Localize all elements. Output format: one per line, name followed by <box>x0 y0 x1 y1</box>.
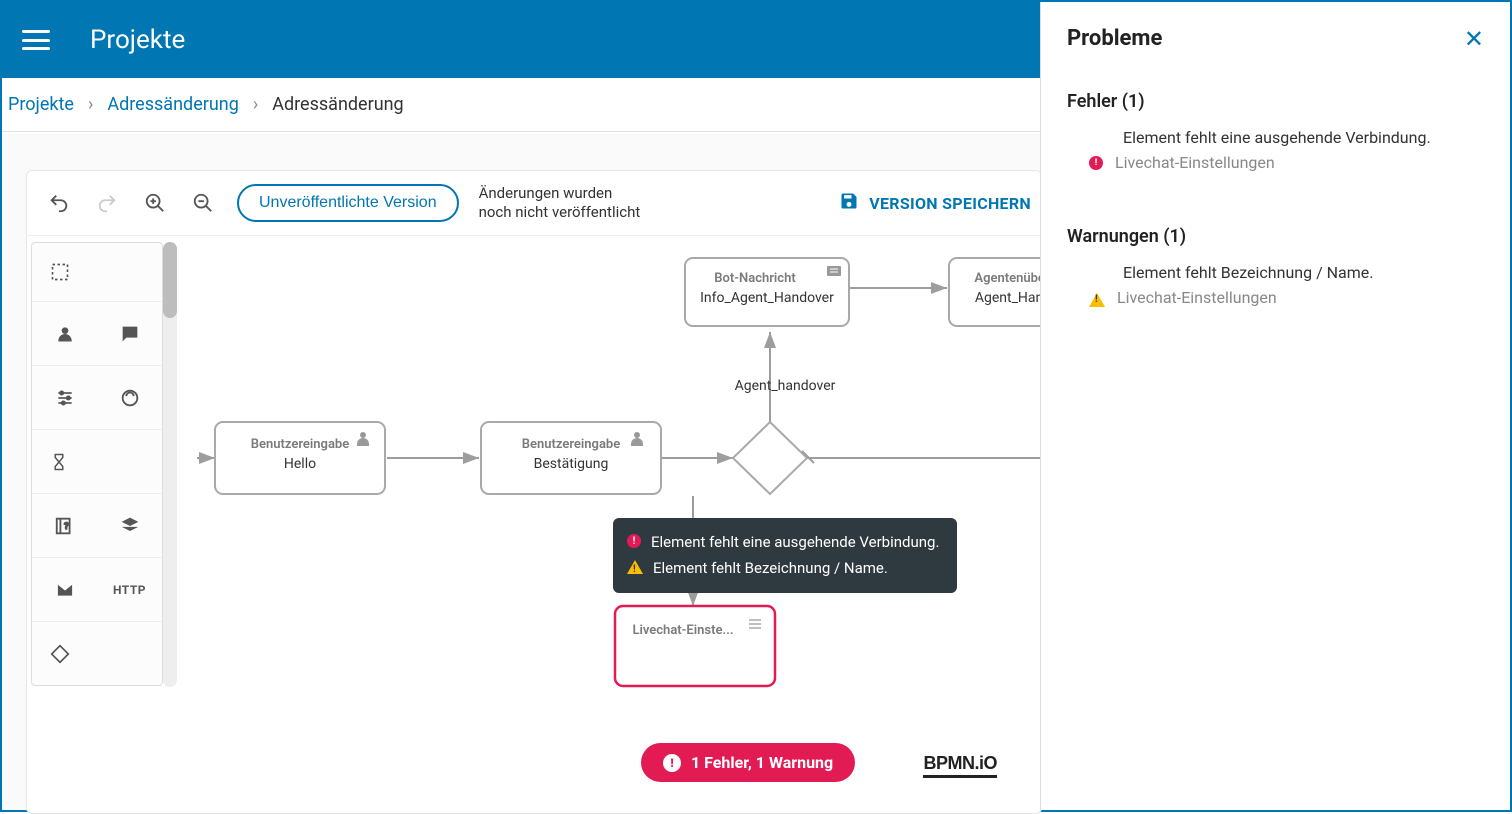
gateway-label: Agent_handover <box>735 378 836 394</box>
breadcrumb-current: Adressänderung <box>272 94 403 115</box>
node-hello-title: Benutzereingabe <box>251 437 349 452</box>
warning-item[interactable]: Element fehlt Bezeichnung / Name. Livech… <box>1067 263 1484 307</box>
error-message: Element fehlt eine ausgehende Verbindung… <box>1089 128 1484 147</box>
warnings-heading: Warnungen (1) <box>1067 226 1484 247</box>
errors-heading: Fehler (1) <box>1067 91 1484 112</box>
editor-card: Unveröffentlichte Version Änderungen wur… <box>26 170 1042 814</box>
zoom-in-button[interactable] <box>131 181 179 225</box>
tooltip-error-text: Element fehlt eine ausgehende Verbindung… <box>651 530 939 556</box>
node-bot-subtitle: Info_Agent_Handover <box>700 290 834 306</box>
problems-pill[interactable]: ! 1 Fehler, 1 Warnung <box>641 743 855 782</box>
save-version-label: VERSION SPEICHERN <box>869 194 1031 213</box>
problems-pill-label: 1 Fehler, 1 Warnung <box>691 753 833 772</box>
undo-button[interactable] <box>35 181 83 225</box>
warning-message: Element fehlt Bezeichnung / Name. <box>1089 263 1484 282</box>
chevron-right-icon: › <box>253 94 258 115</box>
chevron-right-icon: › <box>88 94 93 115</box>
bpmn-logo: BPMN.iO <box>923 753 997 778</box>
save-version-button[interactable]: VERSION SPEICHERN <box>839 191 1031 215</box>
node-hello-subtitle: Hello <box>284 456 316 472</box>
breadcrumb-mid[interactable]: Adressänderung <box>107 94 238 115</box>
error-icon: ! <box>1089 156 1103 170</box>
bpmn-diagram: Agent_handover Benutzereingabe Hello Ben… <box>27 236 1042 798</box>
error-source: Livechat-Einstellungen <box>1115 153 1275 172</box>
error-icon: ! <box>663 754 681 772</box>
app-title: Projekte <box>90 25 185 55</box>
warning-icon <box>627 560 643 574</box>
node-agent-subtitle: Agent_Hando <box>975 290 1042 306</box>
zoom-out-button[interactable] <box>179 181 227 225</box>
menu-icon[interactable] <box>22 30 50 50</box>
redo-button[interactable] <box>83 181 131 225</box>
validation-tooltip: ! Element fehlt eine ausgehende Verbindu… <box>613 518 957 593</box>
error-icon: ! <box>627 534 641 548</box>
breadcrumb-root[interactable]: Projekte <box>8 94 74 115</box>
node-bot-title: Bot-Nachricht <box>714 271 796 286</box>
editor-toolbar: Unveröffentlichte Version Änderungen wur… <box>27 171 1041 236</box>
node-bestaetigung-subtitle: Bestätigung <box>534 456 609 472</box>
problems-panel: Probleme ✕ Fehler (1) Element fehlt eine… <box>1040 2 1510 810</box>
gateway-node[interactable] <box>733 422 807 494</box>
version-selector[interactable]: Unveröffentlichte Version <box>237 184 459 222</box>
node-livechat-title: Livechat-Einste... <box>632 623 733 638</box>
diagram-canvas[interactable]: ? HTTP <box>27 236 1041 798</box>
warning-source: Livechat-Einstellungen <box>1117 288 1277 307</box>
save-icon <box>839 191 859 215</box>
tooltip-warning-text: Element fehlt Bezeichnung / Name. <box>653 556 888 582</box>
node-livechat-settings[interactable] <box>615 606 775 686</box>
warning-icon <box>1089 293 1105 307</box>
publish-status: Änderungen wurden noch nicht veröffentli… <box>479 184 649 223</box>
problems-panel-title: Probleme <box>1067 26 1162 51</box>
node-agent-title: Agentenüber <box>974 271 1042 286</box>
node-bestaetigung-title: Benutzereingabe <box>522 437 620 452</box>
error-item[interactable]: Element fehlt eine ausgehende Verbindung… <box>1067 128 1484 172</box>
close-icon[interactable]: ✕ <box>1464 27 1484 51</box>
